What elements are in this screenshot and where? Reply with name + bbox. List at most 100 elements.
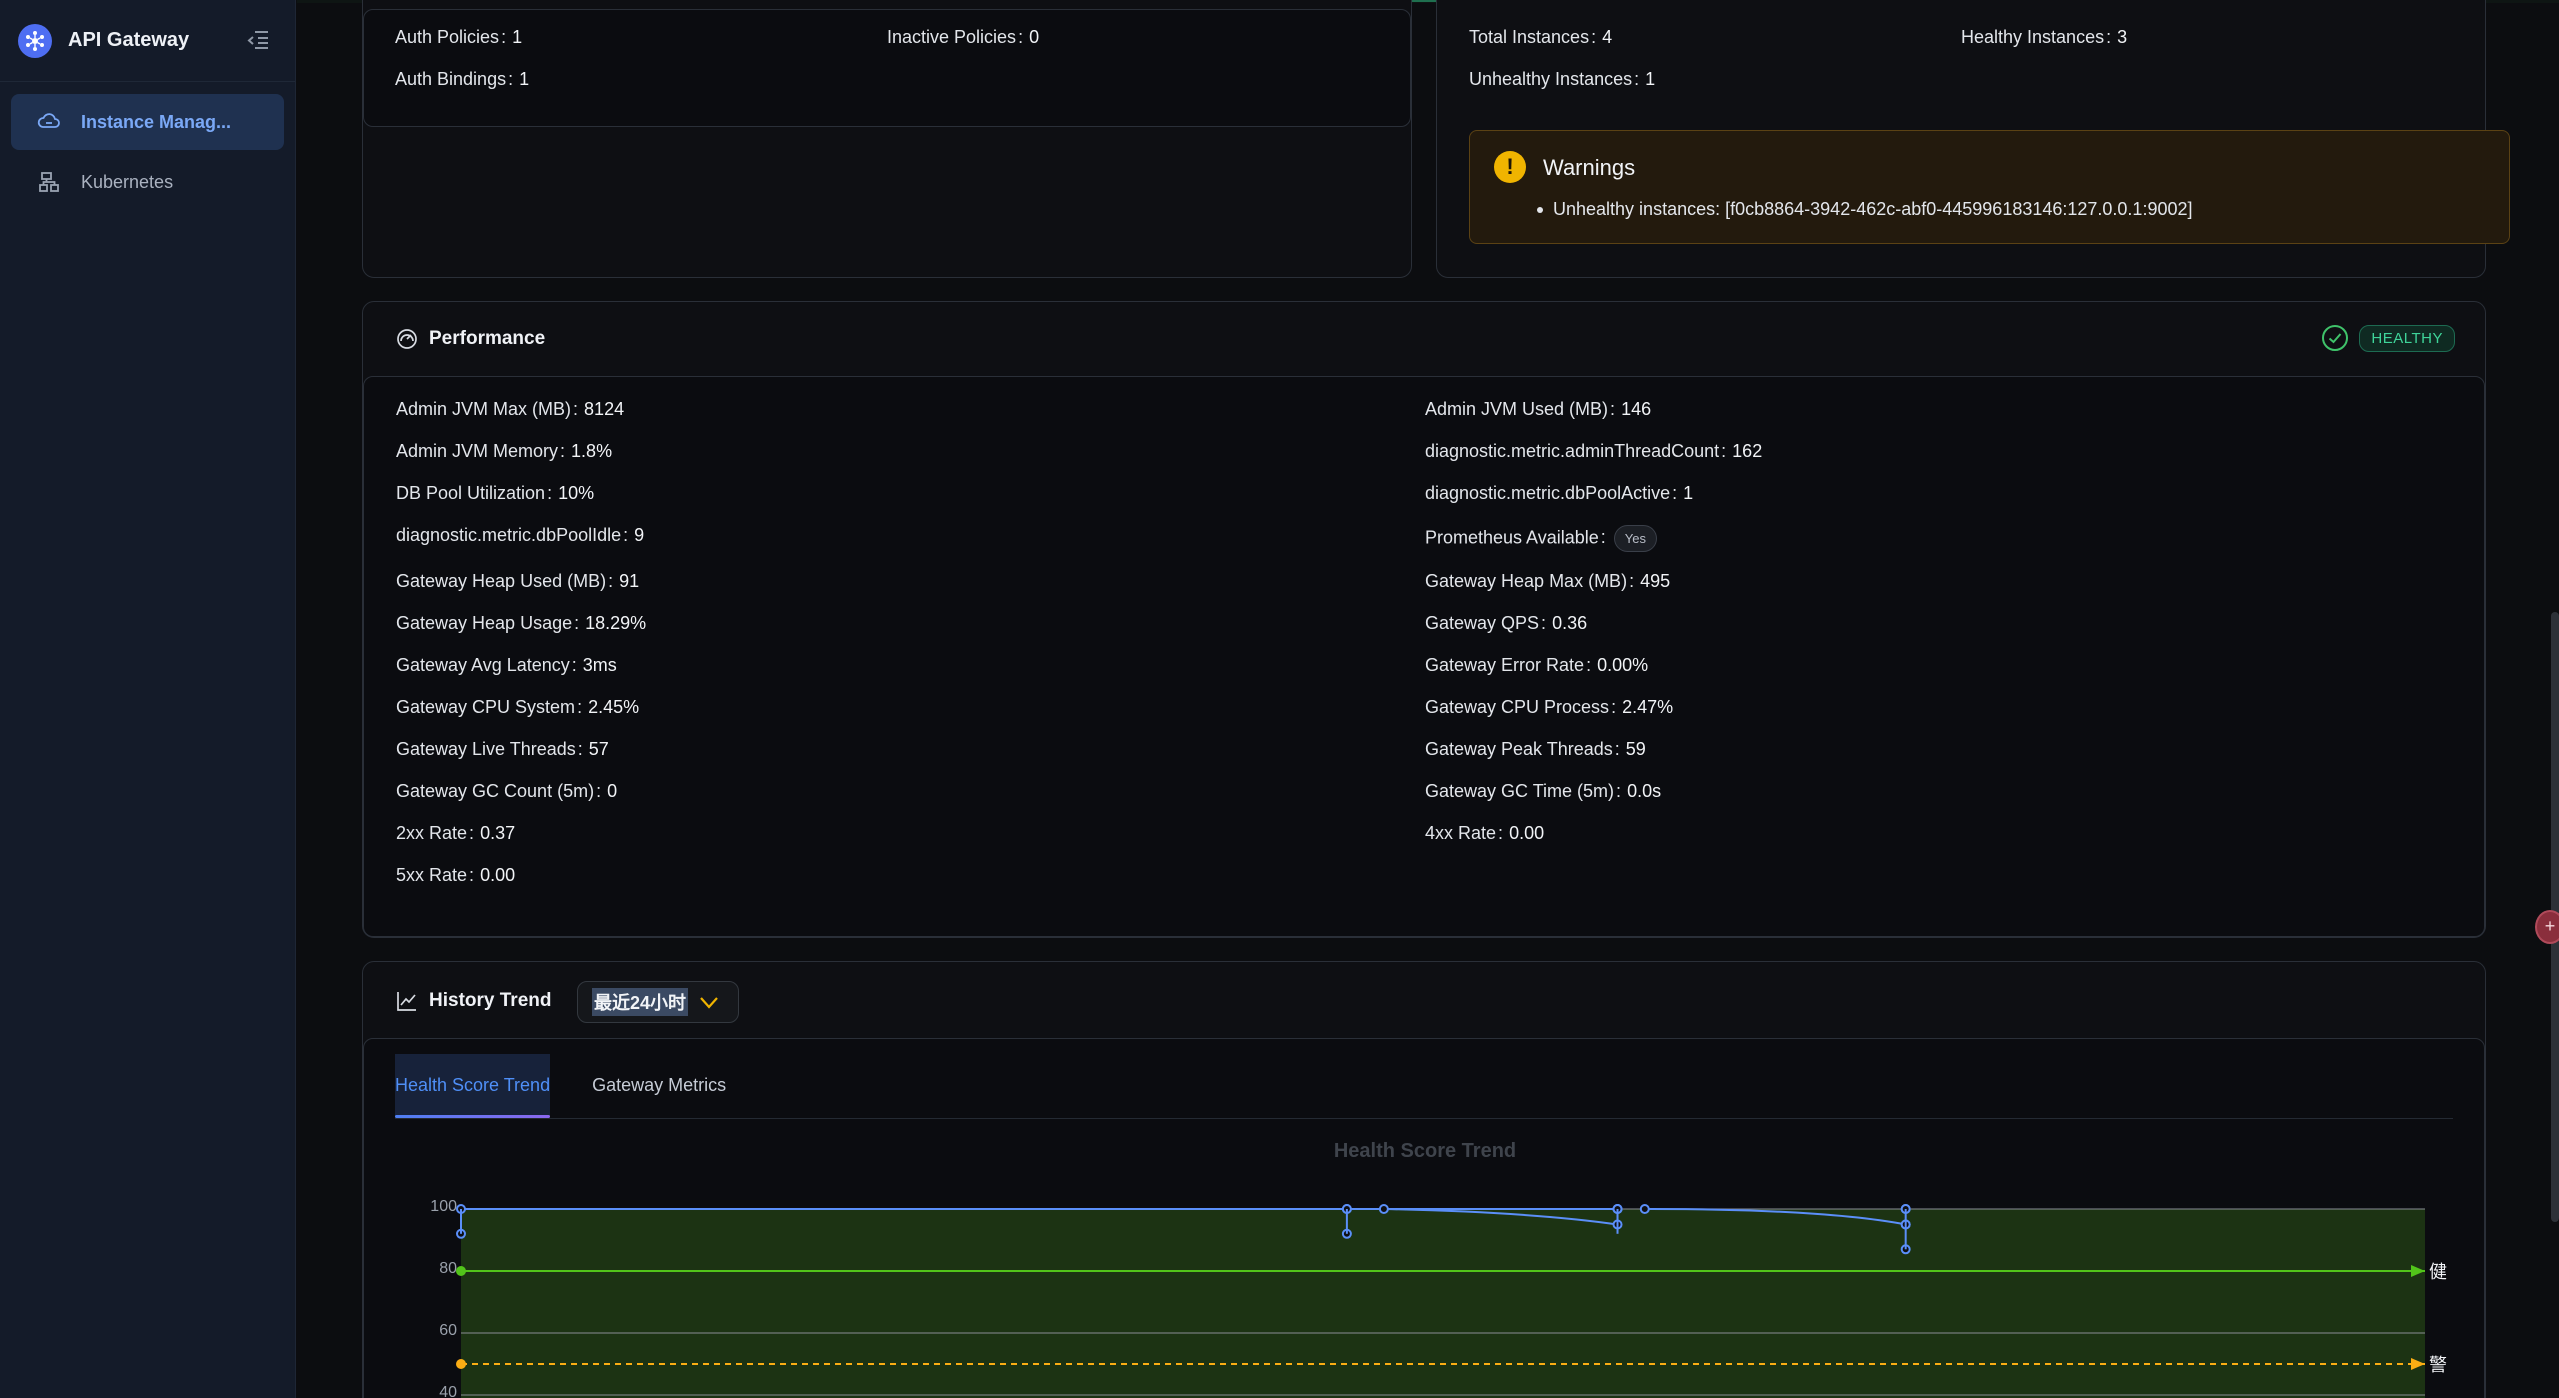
metric-row: Prometheus Available: Yes: [1425, 525, 1658, 552]
metric-row: diagnostic.metric.dbPoolActive:1: [1425, 483, 1694, 503]
metric-row: Admin JVM Memory:1.8%: [396, 441, 613, 461]
metric-label: Gateway CPU Process: [1425, 697, 1610, 717]
metric-value: 2.47%: [1622, 697, 1674, 717]
metric-label: Admin JVM Used (MB): [1425, 399, 1609, 419]
metric-row: Gateway GC Time (5m):0.0s: [1425, 781, 1662, 801]
metric-row: diagnostic.metric.adminThreadCount:162: [1425, 441, 1763, 461]
metric-row: Gateway QPS:0.36: [1425, 613, 1588, 633]
health-score-chart: 健警: [456, 1204, 2447, 1398]
metric-row: Gateway CPU Process:2.47%: [1425, 697, 1674, 717]
performance-card: Performance HEALTHY Admin JVM Max (MB):8…: [362, 301, 2486, 938]
warnings-title: Warnings: [1543, 155, 1636, 180]
sidebar-item-kubernetes[interactable]: Kubernetes: [11, 154, 284, 210]
metric-row: Gateway Heap Usage:18.29%: [396, 613, 647, 633]
metric-label: Gateway Heap Used (MB): [396, 571, 607, 591]
threshold-label: 警: [2429, 1355, 2447, 1376]
main-content: Auth Policies:1 Inactive Policies:0 Auth…: [297, 0, 2559, 1398]
metric-label: Prometheus Available: [1425, 527, 1599, 548]
metric-value: 18.29%: [585, 613, 647, 633]
metric-row: Admin JVM Used (MB):146: [1425, 399, 1652, 419]
metric-label: DB Pool Utilization: [396, 483, 546, 503]
metric-value: 0.36: [1552, 613, 1588, 633]
cloud-icon: [37, 110, 61, 134]
data-point: [1639, 1204, 1650, 1214]
metric-row: Gateway Peak Threads:59: [1425, 739, 1646, 759]
threshold-label: 健: [2429, 1262, 2447, 1283]
metric-label: Gateway Peak Threads: [1425, 739, 1613, 759]
metric-row: Admin JVM Max (MB):8124: [396, 399, 625, 419]
metric-value: 59: [1625, 739, 1646, 759]
metric-label: 4xx Rate: [1425, 823, 1497, 843]
auth-policies-stat: Auth Policies:1: [395, 27, 523, 47]
warnings-alert: ! Warnings Unhealthy instances: [f0cb886…: [1469, 130, 2510, 244]
health-status: HEALTHY: [2321, 324, 2455, 352]
performance-metrics-box: Admin JVM Max (MB):8124 Admin JVM Memory:…: [363, 376, 2485, 937]
metric-label: Gateway Live Threads: [396, 739, 576, 759]
metric-value: 0.00: [1509, 823, 1545, 843]
healthy-instances-stat: Healthy Instances:3: [1961, 27, 2128, 47]
history-trend-card: History Trend 最近24小时 Health Score Trend …: [362, 961, 2486, 1398]
metric-value: 8124: [584, 399, 625, 419]
metric-label: Gateway Heap Max (MB): [1425, 571, 1628, 591]
metric-label: Gateway GC Count (5m): [396, 781, 595, 801]
cluster-icon: [37, 170, 61, 194]
metric-value: 2.45%: [588, 697, 640, 717]
prometheus-badge: Yes: [1613, 525, 1658, 552]
auth-card: Auth Policies:1 Inactive Policies:0 Auth…: [362, 0, 1412, 278]
metric-label: Admin JVM Max (MB): [396, 399, 572, 419]
metric-label: Admin JVM Memory: [396, 441, 559, 461]
inactive-policies-stat: Inactive Policies:0: [887, 27, 1040, 47]
metric-row: Gateway Heap Used (MB):91: [396, 571, 640, 591]
metric-value: 1.8%: [571, 441, 613, 461]
metric-row: Gateway Heap Max (MB):495: [1425, 571, 1671, 591]
metric-row: Gateway Avg Latency:3ms: [396, 655, 617, 675]
metric-row: 2xx Rate:0.37: [396, 823, 516, 843]
collapse-menu-icon[interactable]: [246, 29, 270, 51]
auth-bindings-stat: Auth Bindings:1: [395, 69, 530, 89]
exclamation-icon: !: [1494, 151, 1526, 183]
metric-value: 0.00%: [1597, 655, 1649, 675]
sidebar-item-label: Instance Manag...: [81, 111, 232, 132]
metric-value: 91: [619, 571, 640, 591]
sidebar-nav: Instance Manag... Kubernetes: [0, 82, 295, 226]
metric-value: 57: [588, 739, 609, 759]
metric-label: 5xx Rate: [396, 865, 468, 885]
metric-value: 1: [1683, 483, 1694, 503]
floating-action-button[interactable]: +: [2535, 910, 2559, 944]
warning-item: Unhealthy instances: [f0cb8864-3942-462c…: [1537, 199, 2193, 219]
metric-label: Gateway QPS: [1425, 613, 1540, 633]
metric-row: diagnostic.metric.dbPoolIdle:9: [396, 525, 645, 545]
threshold-start-point: [456, 1266, 466, 1276]
metric-label: diagnostic.metric.dbPoolActive: [1425, 483, 1671, 503]
metric-value: 0: [607, 781, 618, 801]
metric-row: Gateway CPU System:2.45%: [396, 697, 640, 717]
metric-label: Gateway GC Time (5m): [1425, 781, 1615, 801]
metric-row: Gateway Live Threads:57: [396, 739, 609, 759]
performance-title: Performance: [429, 328, 546, 349]
sidebar: API Gateway Instance Manag... Kubernetes: [0, 0, 296, 1398]
chart-area-fill: [461, 1209, 2425, 1398]
metric-value: 146: [1621, 399, 1652, 419]
sidebar-item-instance-management[interactable]: Instance Manag...: [11, 94, 284, 150]
gateway-logo-icon: [18, 23, 52, 58]
metric-label: diagnostic.metric.adminThreadCount: [1425, 441, 1720, 461]
metric-label: Gateway Heap Usage: [396, 613, 573, 633]
metric-label: 2xx Rate: [396, 823, 468, 843]
metric-label: Gateway CPU System: [396, 697, 576, 717]
sidebar-item-label: Kubernetes: [81, 171, 174, 192]
metric-value: 162: [1732, 441, 1763, 461]
metric-label: diagnostic.metric.dbPoolIdle: [396, 525, 622, 545]
check-circle-icon: [2322, 325, 2349, 351]
metric-value: 10%: [558, 483, 595, 503]
app-title: API Gateway: [68, 29, 190, 51]
metric-value: 9: [634, 525, 645, 545]
data-point: [1378, 1204, 1389, 1214]
performance-header: Performance: [363, 302, 2485, 376]
metric-value: 0.37: [480, 823, 516, 843]
metric-value: 495: [1640, 571, 1671, 591]
threshold-start-point: [456, 1359, 466, 1369]
metric-value: 3ms: [582, 655, 617, 675]
status-badge: HEALTHY: [2359, 324, 2455, 352]
metric-row: 5xx Rate:0.00: [396, 865, 516, 885]
metric-row: DB Pool Utilization:10%: [396, 483, 595, 503]
